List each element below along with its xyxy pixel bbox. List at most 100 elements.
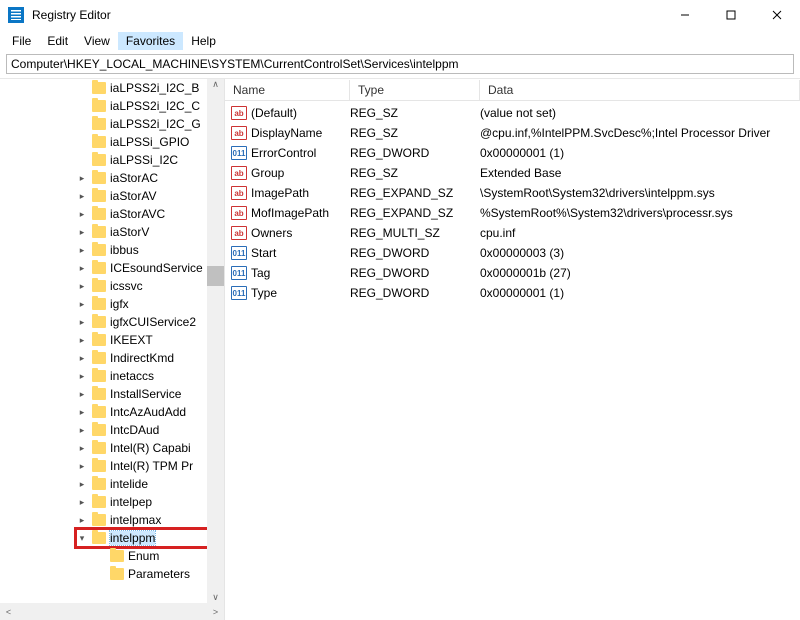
tree-item[interactable]: Enum — [94, 547, 224, 565]
expand-icon[interactable]: ▸ — [76, 443, 88, 454]
tree-vertical-scrollbar[interactable]: ∧ ∨ — [207, 79, 224, 603]
scroll-down-icon[interactable]: ∨ — [207, 592, 224, 603]
scroll-right-icon[interactable]: > — [207, 607, 224, 617]
expand-icon[interactable]: ▸ — [76, 317, 88, 328]
value-name: ImagePath — [251, 186, 350, 200]
tree-item[interactable]: iaLPSS2i_I2C_G — [76, 115, 224, 133]
folder-icon — [92, 442, 106, 454]
expand-icon[interactable]: ▸ — [76, 335, 88, 346]
tree-item-label: Intel(R) TPM Pr — [110, 459, 193, 473]
column-type[interactable]: Type — [350, 80, 480, 101]
value-row[interactable]: abOwnersREG_MULTI_SZcpu.inf — [225, 223, 800, 243]
folder-icon — [92, 136, 106, 148]
address-bar[interactable]: Computer\HKEY_LOCAL_MACHINE\SYSTEM\Curre… — [6, 54, 794, 74]
folder-icon — [92, 514, 106, 526]
expand-icon[interactable]: ▸ — [76, 497, 88, 508]
tree-item-label: iaStorAV — [110, 189, 156, 203]
tree-horizontal-scrollbar[interactable]: < > — [0, 603, 224, 620]
tree-item[interactable]: ▾intelppm — [76, 529, 224, 547]
folder-icon — [92, 244, 106, 256]
expand-icon[interactable]: ▸ — [76, 461, 88, 472]
expand-icon[interactable]: ▸ — [76, 245, 88, 256]
expand-icon[interactable]: ▸ — [76, 371, 88, 382]
tree-item[interactable]: iaLPSSi_GPIO — [76, 133, 224, 151]
tree-item[interactable]: ▸intelpmax — [76, 511, 224, 529]
tree-item[interactable]: iaLPSSi_I2C — [76, 151, 224, 169]
tree-item[interactable]: ▸ igfx — [76, 295, 224, 313]
tree-item-label: iaStorV — [110, 225, 149, 239]
tree-item[interactable]: ▸IntcAzAudAdd — [76, 403, 224, 421]
expand-icon[interactable]: ▾ — [76, 533, 88, 544]
close-button[interactable] — [754, 0, 800, 30]
tree-item[interactable]: Parameters — [94, 565, 224, 583]
tree-item[interactable]: ▸Intel(R) Capabi — [76, 439, 224, 457]
tree-item[interactable]: ▸intelpep — [76, 493, 224, 511]
expand-icon[interactable]: ▸ — [76, 425, 88, 436]
expand-icon[interactable]: ▸ — [76, 263, 88, 274]
tree-item[interactable]: ▸ibbus — [76, 241, 224, 259]
expand-icon[interactable]: ▸ — [76, 209, 88, 220]
expand-icon[interactable]: ▸ — [76, 173, 88, 184]
tree-item[interactable]: ▸ Intel(R) TPM Pr — [76, 457, 224, 475]
tree-item[interactable]: ▸IKEEXT — [76, 331, 224, 349]
title-bar: Registry Editor — [0, 0, 800, 30]
expand-icon[interactable]: ▸ — [76, 299, 88, 310]
expand-icon[interactable]: ▸ — [76, 191, 88, 202]
tree-item[interactable]: ▸icssvc — [76, 277, 224, 295]
tree-item[interactable]: ▸ intelide — [76, 475, 224, 493]
minimize-button[interactable] — [662, 0, 708, 30]
scroll-left-icon[interactable]: < — [0, 607, 17, 617]
tree-item[interactable]: ▸ iaStorAV — [76, 187, 224, 205]
value-row[interactable]: 011TypeREG_DWORD0x00000001 (1) — [225, 283, 800, 303]
value-row[interactable]: abMofImagePathREG_EXPAND_SZ%SystemRoot%\… — [225, 203, 800, 223]
column-headers: Name Type Data — [225, 79, 800, 101]
menu-view[interactable]: View — [76, 32, 118, 50]
scroll-thumb[interactable] — [207, 266, 224, 286]
string-value-icon: ab — [231, 226, 247, 240]
tree-item[interactable]: ▸IndirectKmd — [76, 349, 224, 367]
value-row[interactable]: abImagePathREG_EXPAND_SZ\SystemRoot\Syst… — [225, 183, 800, 203]
maximize-button[interactable] — [708, 0, 754, 30]
expand-icon[interactable]: ▸ — [76, 479, 88, 490]
scroll-up-icon[interactable]: ∧ — [207, 79, 224, 90]
column-name[interactable]: Name — [225, 80, 350, 101]
value-row[interactable]: abDisplayNameREG_SZ@cpu.inf,%IntelPPM.Sv… — [225, 123, 800, 143]
folder-icon — [92, 298, 106, 310]
tree-item[interactable]: ▸IntcDAud — [76, 421, 224, 439]
tree-item[interactable]: iaLPSS2i_I2C_B — [76, 79, 224, 97]
value-row[interactable]: 011TagREG_DWORD0x0000001b (27) — [225, 263, 800, 283]
column-data[interactable]: Data — [480, 80, 800, 101]
tree-item-label: igfx — [110, 297, 129, 311]
expand-icon[interactable]: ▸ — [76, 281, 88, 292]
tree-item-label: iaLPSS2i_I2C_G — [110, 117, 201, 131]
value-name: Owners — [251, 226, 350, 240]
tree-item-label: iaStorAVC — [110, 207, 165, 221]
values-list[interactable]: ab(Default)REG_SZ(value not set)abDispla… — [225, 101, 800, 303]
expand-icon[interactable]: ▸ — [76, 515, 88, 526]
value-row[interactable]: ab(Default)REG_SZ(value not set) — [225, 103, 800, 123]
value-row[interactable]: abGroupREG_SZExtended Base — [225, 163, 800, 183]
menu-help[interactable]: Help — [183, 32, 224, 50]
expand-icon[interactable]: ▸ — [76, 407, 88, 418]
menu-favorites[interactable]: Favorites — [118, 32, 183, 50]
expand-icon[interactable]: ▸ — [76, 353, 88, 364]
tree-item[interactable]: ▸ iaStorAVC — [76, 205, 224, 223]
tree-item[interactable]: ▸igfxCUIService2 — [76, 313, 224, 331]
value-row[interactable]: 011StartREG_DWORD0x00000003 (3) — [225, 243, 800, 263]
window-controls — [662, 0, 800, 30]
tree-item[interactable]: ▸ InstallService — [76, 385, 224, 403]
tree-item[interactable]: ▸inetaccs — [76, 367, 224, 385]
tree-item[interactable]: ▸iaStorAC — [76, 169, 224, 187]
value-data: 0x00000001 (1) — [480, 286, 800, 300]
tree-item[interactable]: ▸ICEsoundService — [76, 259, 224, 277]
menu-file[interactable]: File — [4, 32, 39, 50]
tree-item-label: InstallService — [110, 387, 181, 401]
expand-icon[interactable]: ▸ — [76, 389, 88, 400]
value-row[interactable]: 011ErrorControlREG_DWORD0x00000001 (1) — [225, 143, 800, 163]
menu-edit[interactable]: Edit — [39, 32, 76, 50]
tree-view[interactable]: iaLPSS2i_I2C_BiaLPSS2i_I2C_C iaLPSS2i_I2C… — [0, 79, 224, 603]
tree-item[interactable]: iaLPSS2i_I2C_C — [76, 97, 224, 115]
tree-item[interactable]: ▸ iaStorV — [76, 223, 224, 241]
expand-icon[interactable]: ▸ — [76, 227, 88, 238]
tree-item-label: intelide — [110, 477, 148, 491]
